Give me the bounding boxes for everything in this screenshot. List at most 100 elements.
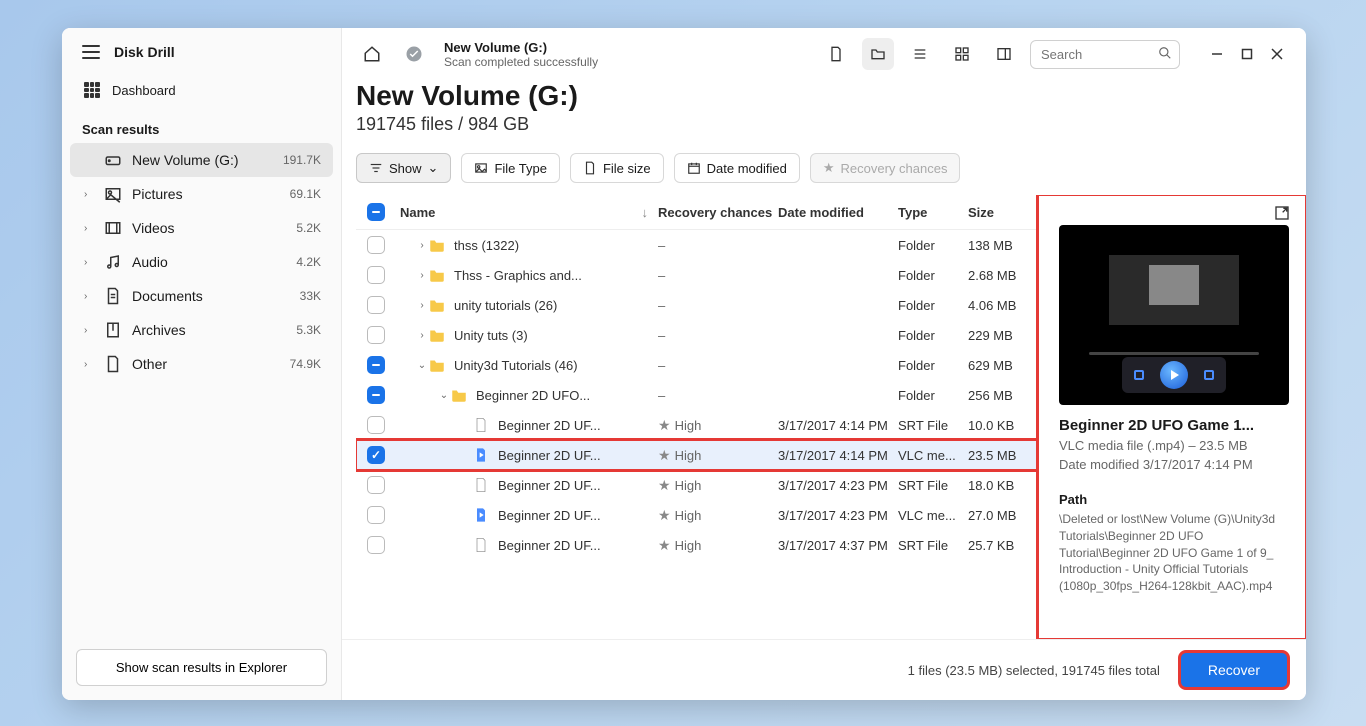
filter-date-modified[interactable]: Date modified — [674, 153, 800, 183]
tree-chevron-icon[interactable]: ⌄ — [438, 390, 450, 401]
crumb-subtitle: Scan completed successfully — [444, 55, 598, 69]
sidebar-item-pictures[interactable]: ›Pictures69.1K — [62, 177, 341, 211]
col-date[interactable]: Date modified — [778, 205, 898, 220]
nav-label: Other — [132, 356, 280, 372]
chevron-right-icon: › — [84, 257, 94, 268]
row-checkbox[interactable] — [367, 266, 385, 284]
row-checkbox[interactable] — [367, 356, 385, 374]
status-check-icon — [398, 38, 430, 70]
stop-icon[interactable] — [1134, 370, 1144, 380]
search-wrap — [1030, 40, 1180, 69]
table-row[interactable]: ⌄Unity3d Tutorials (46)–Folder629 MB — [356, 350, 1038, 380]
play-icon[interactable] — [1160, 361, 1188, 389]
other-icon — [104, 355, 122, 373]
recovery-chance: – — [658, 328, 665, 343]
expand-icon[interactable] — [1274, 205, 1290, 221]
file-icon — [472, 536, 490, 554]
date-modified: 3/17/2017 4:23 PM — [778, 508, 898, 523]
sidebar-footer: Show scan results in Explorer — [62, 639, 341, 700]
split-view-icon[interactable] — [988, 38, 1020, 70]
filter-file-size[interactable]: File size — [570, 153, 664, 183]
sidebar-item-other[interactable]: ›Other74.9K — [62, 347, 341, 381]
search-icon[interactable] — [1158, 46, 1172, 60]
folder-icon — [428, 356, 446, 374]
row-checkbox[interactable] — [367, 446, 385, 464]
row-checkbox[interactable] — [367, 326, 385, 344]
header-checkbox[interactable] — [367, 203, 385, 221]
filter-show[interactable]: Show ⌄ — [356, 153, 451, 183]
row-checkbox[interactable] — [367, 386, 385, 404]
row-checkbox[interactable] — [367, 476, 385, 494]
close-button[interactable] — [1270, 47, 1284, 61]
minimize-button[interactable] — [1210, 47, 1224, 61]
chevron-down-icon: ⌄ — [428, 160, 439, 176]
table-row[interactable]: ›Thss - Graphics and...–Folder2.68 MB — [356, 260, 1038, 290]
home-icon[interactable] — [356, 38, 388, 70]
grid-view-icon[interactable] — [946, 38, 978, 70]
col-name[interactable]: Name ↓ — [396, 205, 658, 220]
table-row[interactable]: Beginner 2D UF...★High3/17/2017 4:23 PMV… — [356, 500, 1038, 530]
file-icon — [472, 416, 490, 434]
file-view-icon[interactable] — [820, 38, 852, 70]
vlc-icon — [472, 446, 490, 464]
maximize-button[interactable] — [1240, 47, 1254, 61]
table-row[interactable]: Beginner 2D UF...★High3/17/2017 4:14 PMS… — [356, 410, 1038, 440]
page-subtitle: 191745 files / 984 GB — [356, 114, 1292, 135]
row-checkbox[interactable] — [367, 236, 385, 254]
content-row: Name ↓ Recovery chances Date modified Ty… — [342, 195, 1306, 639]
audio-icon — [104, 253, 122, 271]
file-name: Beginner 2D UF... — [498, 538, 601, 553]
tree-chevron-icon[interactable]: › — [416, 270, 428, 281]
preview-path: \Deleted or lost\New Volume (G)\Unity3d … — [1059, 511, 1290, 595]
nav-label: Videos — [132, 220, 286, 236]
col-chances[interactable]: Recovery chances — [658, 205, 778, 220]
folder-view-icon[interactable] — [862, 38, 894, 70]
folder-icon — [428, 326, 446, 344]
file-size: 229 MB — [968, 328, 1038, 343]
file-name: thss (1322) — [454, 238, 519, 253]
date-modified: 3/17/2017 4:23 PM — [778, 478, 898, 493]
file-type: Folder — [898, 238, 968, 253]
row-checkbox[interactable] — [367, 416, 385, 434]
table-row[interactable]: ›Unity tuts (3)–Folder229 MB — [356, 320, 1038, 350]
sidebar-item-documents[interactable]: ›Documents33K — [62, 279, 341, 313]
row-checkbox[interactable] — [367, 506, 385, 524]
recover-button[interactable]: Recover — [1180, 652, 1288, 688]
col-type[interactable]: Type — [898, 205, 968, 220]
tree-chevron-icon[interactable]: › — [416, 330, 428, 341]
table-row[interactable]: ⌄Beginner 2D UFO...–Folder256 MB — [356, 380, 1038, 410]
table-row[interactable]: ›thss (1322)–Folder138 MB — [356, 230, 1038, 260]
video-timeline[interactable] — [1089, 352, 1259, 355]
tree-chevron-icon[interactable]: › — [416, 300, 428, 311]
sidebar-dashboard[interactable]: Dashboard — [62, 72, 341, 108]
row-checkbox[interactable] — [367, 296, 385, 314]
filter-recovery-chances[interactable]: ★ Recovery chances — [810, 153, 961, 183]
window-controls — [1210, 47, 1284, 61]
row-checkbox[interactable] — [367, 536, 385, 554]
table-row[interactable]: Beginner 2D UF...★High3/17/2017 4:37 PMS… — [356, 530, 1038, 560]
sidebar-item-videos[interactable]: ›Videos5.2K — [62, 211, 341, 245]
tree-chevron-icon[interactable]: ⌄ — [416, 360, 428, 371]
file-size: 256 MB — [968, 388, 1038, 403]
sidebar-item-new-volume-g-[interactable]: New Volume (G:)191.7K — [70, 143, 333, 177]
filter-file-type[interactable]: File Type — [461, 153, 560, 183]
table-row[interactable]: ›unity tutorials (26)–Folder4.06 MB — [356, 290, 1038, 320]
dashboard-icon — [84, 82, 100, 98]
list-view-icon[interactable] — [904, 38, 936, 70]
fullscreen-icon[interactable] — [1204, 370, 1214, 380]
drive-icon — [104, 151, 122, 169]
nav-list: New Volume (G:)191.7K›Pictures69.1K › Vide… — [62, 143, 341, 381]
table-row[interactable]: Beginner 2D UF...★High3/17/2017 4:23 PMS… — [356, 470, 1038, 500]
date-modified: 3/17/2017 4:37 PM — [778, 538, 898, 553]
chevron-right-icon: › — [84, 223, 94, 234]
show-in-explorer-button[interactable]: Show scan results in Explorer — [76, 649, 327, 686]
sidebar-item-audio[interactable]: ›Audio4.2K — [62, 245, 341, 279]
hamburger-icon[interactable] — [82, 45, 100, 59]
col-size[interactable]: Size — [968, 205, 1038, 220]
star-icon: ★ — [823, 160, 835, 176]
list-body[interactable]: ›thss (1322)–Folder138 MB›Thss - Graphic… — [356, 230, 1038, 639]
table-row[interactable]: Beginner 2D UF...★High3/17/2017 4:14 PMV… — [356, 440, 1038, 470]
nav-label: Pictures — [132, 186, 280, 202]
tree-chevron-icon[interactable]: › — [416, 240, 428, 251]
sidebar-item-archives[interactable]: ›Archives5.3K — [62, 313, 341, 347]
